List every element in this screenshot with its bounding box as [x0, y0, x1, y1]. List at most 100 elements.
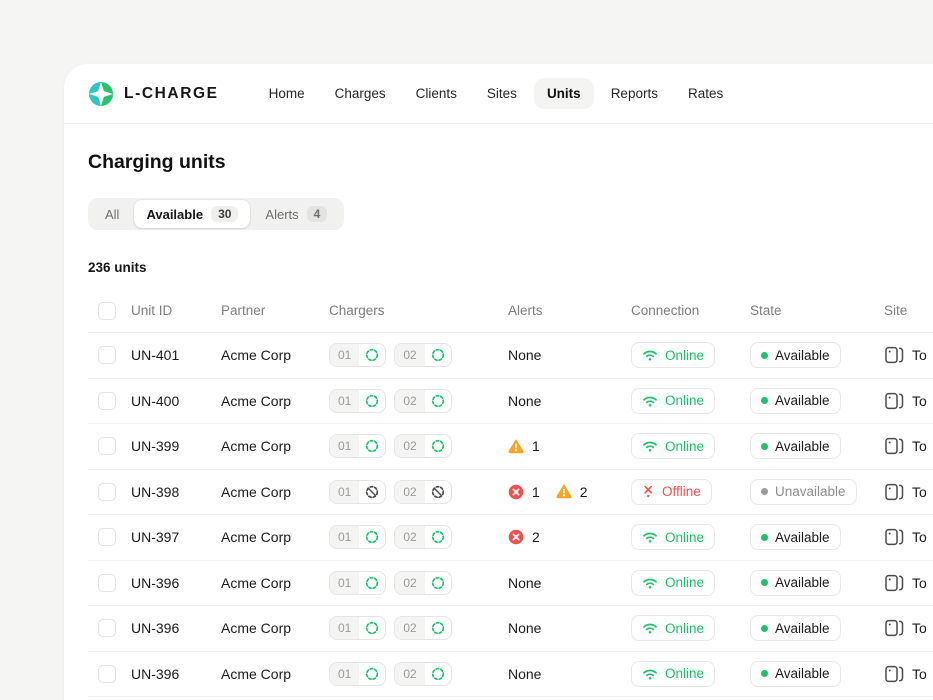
table-row[interactable]: UN-397Acme Corp01 02 2 OnlineAvailable T…	[88, 515, 933, 561]
charger-badge[interactable]: 02	[394, 480, 451, 504]
site-label: To	[912, 575, 927, 591]
state-badge: Available	[750, 524, 841, 550]
connection-cell: Offline	[631, 479, 750, 505]
charger-badge[interactable]: 01	[329, 389, 386, 413]
charger-badge[interactable]: 02	[394, 571, 451, 595]
tab-all[interactable]: All	[90, 201, 134, 228]
tab-count-badge: 4	[307, 206, 328, 222]
row-checkbox[interactable]	[98, 483, 116, 501]
filter-tabs: AllAvailable30Alerts4	[88, 198, 344, 230]
table-row[interactable]: UN-401Acme Corp01 02 None OnlineAvailabl…	[88, 333, 933, 379]
row-checkbox[interactable]	[98, 346, 116, 364]
charger-badge[interactable]: 02	[394, 389, 451, 413]
site-cell: To	[884, 573, 933, 593]
table-row[interactable]: UN-400Acme Corp01 02 None OnlineAvailabl…	[88, 379, 933, 425]
state-label: Available	[775, 575, 830, 590]
alerts-none-label: None	[508, 620, 541, 636]
table-row[interactable]: UN-396Acme Corp01 02 None OnlineAvailabl…	[88, 561, 933, 607]
site-label: To	[912, 393, 927, 409]
charger-number: 02	[395, 435, 424, 457]
state-cell: Available	[750, 615, 884, 641]
row-checkbox[interactable]	[98, 574, 116, 592]
nav-item-sites[interactable]: Sites	[474, 78, 530, 109]
alert-count: 1	[532, 484, 540, 500]
charger-badge[interactable]: 01	[329, 434, 386, 458]
charger-badge[interactable]: 01	[329, 480, 386, 504]
column-header-unit_id: Unit ID	[131, 303, 221, 318]
alerts-cell: None	[508, 575, 631, 591]
state-label: Available	[775, 393, 830, 408]
nav-item-home[interactable]: Home	[256, 78, 318, 109]
row-checkbox[interactable]	[98, 437, 116, 455]
alerts-none-label: None	[508, 347, 541, 363]
site-cell: To	[884, 618, 933, 638]
charger-badge[interactable]: 02	[394, 525, 451, 549]
nav-item-clients[interactable]: Clients	[403, 78, 470, 109]
connection-label: Online	[665, 348, 704, 363]
charger-number: 02	[395, 526, 424, 548]
charger-status-active-icon	[425, 526, 451, 548]
charger-badge[interactable]: 01	[329, 662, 386, 686]
table-row[interactable]: UN-396Acme Corp01 02 None OnlineAvailabl…	[88, 652, 933, 698]
chargers-cell: 01 02	[329, 343, 508, 367]
brand[interactable]: L-CHARGE	[88, 81, 219, 107]
units-count: 236 units	[88, 260, 933, 275]
site-label: To	[912, 620, 927, 636]
alerts-none-label: None	[508, 666, 541, 682]
site-icon	[884, 664, 904, 684]
chargers-cell: 01 02	[329, 434, 508, 458]
unit-id-cell: UN-396	[131, 620, 221, 636]
site-label: To	[912, 347, 927, 363]
charger-badge[interactable]: 01	[329, 616, 386, 640]
charger-status-active-icon	[359, 572, 385, 594]
charger-status-active-icon	[359, 617, 385, 639]
connection-label: Online	[665, 530, 704, 545]
connection-badge: Online	[631, 570, 715, 596]
site-label: To	[912, 438, 927, 454]
tab-alerts[interactable]: Alerts4	[250, 200, 342, 228]
state-label: Available	[775, 530, 830, 545]
charger-badge[interactable]: 02	[394, 343, 451, 367]
connection-cell: Online	[631, 342, 750, 368]
table-body: UN-401Acme Corp01 02 None OnlineAvailabl…	[88, 333, 933, 697]
state-dot-icon	[761, 443, 768, 450]
site-cell: To	[884, 391, 933, 411]
table-row[interactable]: UN-396Acme Corp01 02 None OnlineAvailabl…	[88, 606, 933, 652]
main-content: Charging units AllAvailable30Alerts4 236…	[64, 151, 933, 697]
connection-badge: Offline	[631, 479, 712, 505]
connection-cell: Online	[631, 433, 750, 459]
row-checkbox[interactable]	[98, 619, 116, 637]
connection-badge: Online	[631, 388, 715, 414]
connection-cell: Online	[631, 388, 750, 414]
nav-item-charges[interactable]: Charges	[322, 78, 399, 109]
row-checkbox[interactable]	[98, 528, 116, 546]
charger-badge[interactable]: 01	[329, 525, 386, 549]
connection-badge: Online	[631, 524, 715, 550]
charger-number: 01	[330, 526, 359, 548]
table-row[interactable]: UN-399Acme Corp01 02 1 OnlineAvailable T…	[88, 424, 933, 470]
unit-id-cell: UN-396	[131, 575, 221, 591]
connection-cell: Online	[631, 524, 750, 550]
charger-badge[interactable]: 02	[394, 616, 451, 640]
state-cell: Available	[750, 388, 884, 414]
partner-cell: Acme Corp	[221, 529, 329, 545]
charger-badge[interactable]: 02	[394, 662, 451, 686]
connection-badge: Online	[631, 661, 715, 687]
charger-badge[interactable]: 01	[329, 343, 386, 367]
top-nav-bar: L-CHARGE HomeChargesClientsSitesUnitsRep…	[64, 64, 933, 124]
nav-item-rates[interactable]: Rates	[675, 78, 736, 109]
charger-badge[interactable]: 01	[329, 571, 386, 595]
charger-status-disabled-icon	[425, 481, 451, 503]
select-all-checkbox[interactable]	[98, 302, 116, 320]
nav-item-reports[interactable]: Reports	[598, 78, 671, 109]
table-row[interactable]: UN-398Acme Corp01 02 1 2 OfflineUnavaila…	[88, 470, 933, 516]
error-alert: 2	[508, 529, 540, 545]
tab-available[interactable]: Available30	[134, 200, 250, 228]
nav-item-units[interactable]: Units	[534, 78, 594, 109]
site-icon	[884, 345, 904, 365]
partner-cell: Acme Corp	[221, 438, 329, 454]
row-checkbox[interactable]	[98, 665, 116, 683]
row-checkbox[interactable]	[98, 392, 116, 410]
charger-badge[interactable]: 02	[394, 434, 451, 458]
alert-count: 2	[532, 529, 540, 545]
